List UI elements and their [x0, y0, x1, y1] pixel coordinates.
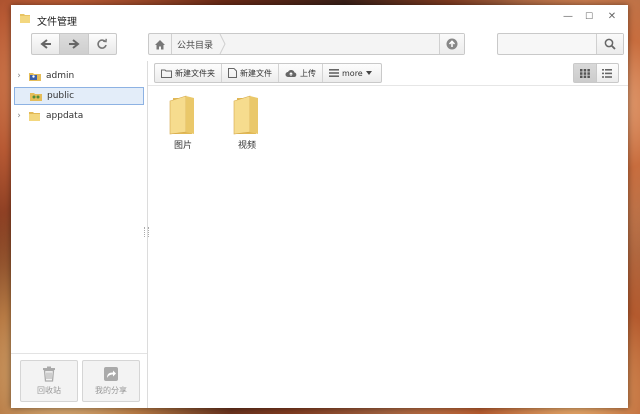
- arrow-right-icon: [68, 39, 80, 49]
- sidebar-bottom-panel: 回收站 我的分享: [11, 353, 147, 408]
- upload-button[interactable]: 上传: [279, 64, 323, 82]
- breadcrumb-separator-icon: [219, 34, 226, 54]
- new-folder-button[interactable]: 新建文件夹: [155, 64, 222, 82]
- back-button[interactable]: [32, 34, 61, 54]
- sidebar-item-appdata[interactable]: › appdata: [14, 108, 144, 124]
- sidebar-item-admin[interactable]: › admin: [14, 68, 144, 84]
- cloud-upload-icon: [285, 69, 297, 77]
- caret-down-icon: [365, 71, 372, 75]
- home-button[interactable]: [149, 34, 172, 54]
- my-share-label: 我的分享: [95, 386, 127, 395]
- file-name: 图片: [173, 141, 192, 151]
- folder-icon: [29, 112, 40, 121]
- list-view-button[interactable]: [597, 64, 619, 82]
- folder-icon: [233, 95, 258, 135]
- new-file-button[interactable]: 新建文件: [222, 64, 279, 82]
- new-file-label: 新建文件: [240, 68, 272, 78]
- breadcrumb-current[interactable]: 公共目录: [177, 38, 213, 51]
- file-item-folder[interactable]: 图片: [158, 94, 208, 154]
- refresh-icon: [97, 38, 108, 49]
- sidebar-item-label: admin: [46, 71, 75, 81]
- folder-icon: [169, 95, 194, 135]
- my-share-button[interactable]: 我的分享: [82, 360, 140, 402]
- upload-label: 上传: [300, 68, 316, 78]
- file-item-folder[interactable]: 视频: [222, 94, 272, 154]
- sidebar: › admin public › appdata 回收站 我的分享: [11, 61, 148, 408]
- recycle-bin-label: 回收站: [37, 386, 61, 395]
- file-content-area[interactable]: 图片 视频: [148, 86, 628, 408]
- view-mode-toggle: [573, 63, 619, 83]
- list-menu-icon: [329, 69, 339, 77]
- shared-folder-icon: [30, 93, 42, 101]
- file-outline-icon: [228, 68, 237, 78]
- arrow-left-icon: [40, 39, 51, 49]
- expand-arrow-icon[interactable]: ›: [14, 111, 24, 121]
- refresh-button[interactable]: [89, 34, 116, 54]
- grid-view-button[interactable]: [574, 64, 597, 82]
- search-icon: [604, 38, 616, 50]
- folder-outline-icon: [161, 69, 172, 78]
- search-input[interactable]: [500, 36, 596, 54]
- new-folder-label: 新建文件夹: [175, 68, 215, 78]
- parent-directory-button[interactable]: [439, 34, 464, 54]
- more-menu-button[interactable]: more: [323, 64, 381, 82]
- navigation-group: [31, 33, 117, 55]
- path-bar: 公共目录: [148, 33, 465, 55]
- trash-icon: [43, 366, 55, 382]
- minimize-button[interactable]: —: [559, 9, 577, 25]
- maximize-button[interactable]: ☐: [580, 9, 598, 25]
- window-title: 文件管理: [37, 17, 77, 28]
- list-icon: [602, 68, 613, 78]
- file-name: 视频: [237, 141, 256, 151]
- search-box: [497, 33, 624, 55]
- close-button[interactable]: ✕: [603, 9, 621, 25]
- more-label: more: [342, 68, 363, 78]
- share-icon: [104, 367, 118, 381]
- expand-arrow-icon[interactable]: ›: [14, 71, 24, 81]
- home-icon: [155, 39, 165, 49]
- sidebar-item-label: public: [47, 91, 75, 101]
- forward-button[interactable]: [60, 34, 89, 54]
- search-button[interactable]: [596, 34, 623, 54]
- user-folder-icon: [29, 73, 41, 81]
- sidebar-item-public[interactable]: public: [14, 87, 144, 105]
- action-button-group: 新建文件夹 新建文件 上传 more: [154, 63, 382, 83]
- action-toolbar: 新建文件夹 新建文件 上传 more: [148, 61, 628, 86]
- sidebar-item-label: appdata: [46, 111, 84, 121]
- arrow-up-circle-icon: [446, 38, 458, 50]
- folder-app-icon: [20, 14, 30, 23]
- grid-icon: [579, 68, 590, 78]
- recycle-bin-button[interactable]: 回收站: [20, 360, 78, 402]
- title-bar[interactable]: 文件管理 — ☐ ✕: [11, 5, 628, 31]
- file-manager-window: 文件管理 — ☐ ✕ 公共目录 › admin public › appdata…: [11, 5, 628, 408]
